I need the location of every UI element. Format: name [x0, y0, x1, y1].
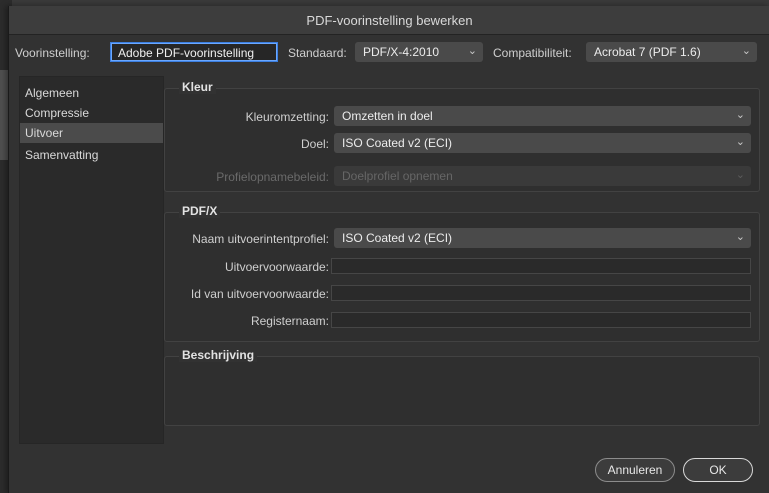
- description-group[interactable]: [164, 356, 760, 426]
- chevron-down-icon: ⌄: [735, 136, 745, 148]
- destination-select[interactable]: ISO Coated v2 (ECI) ⌄: [334, 133, 751, 153]
- profile-inclusion-label: Profielopnamebeleid:: [216, 170, 329, 184]
- sidebar-item-samenvatting[interactable]: Samenvatting: [20, 145, 163, 165]
- pdfx-group-title: PDF/X: [179, 204, 221, 218]
- destination-label: Doel:: [300, 137, 329, 151]
- profile-inclusion-select: Doelprofiel opnemen ⌄: [334, 166, 751, 186]
- output-condition-input[interactable]: [331, 258, 751, 274]
- chevron-down-icon: ⌄: [735, 109, 745, 121]
- profile-inclusion-value: Doelprofiel opnemen: [342, 169, 453, 183]
- compatibility-label: Compatibiliteit:: [493, 46, 572, 60]
- preset-name-input[interactable]: Adobe PDF-voorinstelling: [110, 42, 278, 62]
- output-intent-value: ISO Coated v2 (ECI): [342, 231, 453, 245]
- registry-name-label: Registernaam:: [250, 314, 329, 328]
- compatibility-select[interactable]: Acrobat 7 (PDF 1.6) ⌄: [586, 42, 757, 62]
- kleur-group-title: Kleur: [179, 80, 216, 94]
- output-condition-label: Uitvoervoorwaarde:: [224, 260, 329, 274]
- output-condition-id-label: Id van uitvoervoorwaarde:: [190, 287, 329, 301]
- color-conversion-value: Omzetten in doel: [342, 109, 433, 123]
- chevron-down-icon: ⌄: [741, 45, 751, 57]
- chevron-down-icon: ⌄: [735, 231, 745, 243]
- registry-name-input[interactable]: [331, 312, 751, 328]
- ok-button[interactable]: OK: [683, 458, 753, 482]
- pdf-preset-dialog: PDF-voorinstelling bewerken Voorinstelli…: [8, 6, 769, 493]
- color-conversion-label: Kleuromzetting:: [245, 110, 329, 124]
- sidebar-item-uitvoer[interactable]: Uitvoer: [20, 123, 163, 143]
- output-condition-id-input[interactable]: [331, 285, 751, 301]
- standard-label: Standaard:: [288, 46, 347, 60]
- standard-select-value: PDF/X-4:2010: [363, 45, 440, 59]
- chevron-down-icon: ⌄: [735, 169, 745, 181]
- sidebar-item-algemeen[interactable]: Algemeen: [20, 83, 163, 103]
- chevron-down-icon: ⌄: [467, 45, 477, 57]
- destination-value: ISO Coated v2 (ECI): [342, 136, 453, 150]
- color-conversion-select[interactable]: Omzetten in doel ⌄: [334, 106, 751, 126]
- window-title: PDF-voorinstelling bewerken: [306, 13, 473, 28]
- category-sidebar: Algemeen Compressie Uitvoer Samenvatting: [19, 76, 164, 444]
- output-intent-label: Naam uitvoerintentprofiel:: [192, 232, 329, 246]
- compatibility-select-value: Acrobat 7 (PDF 1.6): [594, 45, 701, 59]
- output-intent-select[interactable]: ISO Coated v2 (ECI) ⌄: [334, 228, 751, 248]
- title-bar[interactable]: PDF-voorinstelling bewerken: [9, 6, 769, 35]
- standard-select[interactable]: PDF/X-4:2010 ⌄: [355, 42, 483, 62]
- cancel-button[interactable]: Annuleren: [595, 458, 675, 482]
- description-group-title: Beschrijving: [179, 348, 258, 362]
- sidebar-item-compressie[interactable]: Compressie: [20, 103, 163, 123]
- preset-label: Voorinstelling:: [15, 46, 90, 60]
